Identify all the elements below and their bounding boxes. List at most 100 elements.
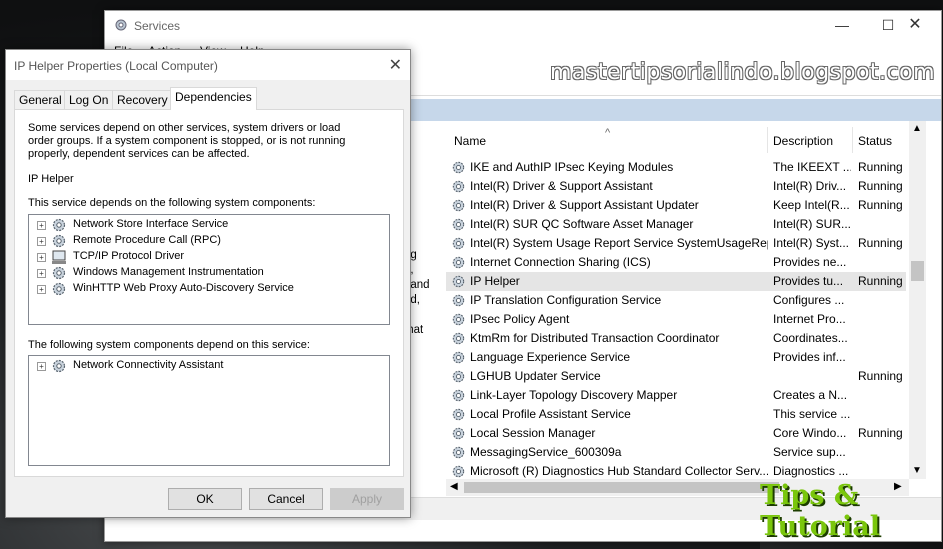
minimize-button[interactable]: — [819, 11, 865, 41]
service-status-cell: Running [858, 236, 903, 250]
table-row[interactable]: Local Session Manager Core Windo... Runnin… [446, 424, 906, 443]
dependents-tree[interactable]: + Network Connectivity Assistant [28, 355, 390, 466]
service-status-cell: Running [858, 369, 903, 383]
scroll-down-arrow-icon[interactable]: ▼ [912, 465, 922, 476]
table-row[interactable]: Link-Layer Topology Discovery Mapper Crea… [446, 386, 906, 405]
table-row[interactable]: IP Translation Configuration Service Conf… [446, 291, 906, 310]
dialog-close-icon[interactable]: ✕ [389, 55, 402, 75]
close-button[interactable]: ✕ [889, 11, 941, 41]
scroll-up-arrow-icon[interactable]: ▲ [912, 123, 922, 134]
table-row[interactable]: IPsec Policy Agent Internet Pro... [446, 310, 906, 329]
service-gear-icon [452, 351, 465, 364]
service-name-cell: Intel(R) Driver & Support Assistant [470, 179, 653, 193]
service-name-cell: IP Translation Configuration Service [470, 293, 662, 307]
service-description-cell: Coordinates... [773, 331, 848, 345]
service-gear-icon [452, 465, 465, 478]
table-row[interactable]: MessagingService_600309a Service sup... [446, 443, 906, 462]
vertical-scroll-thumb[interactable] [911, 261, 924, 281]
service-name-cell: Intel(R) System Usage Report Service Sys… [470, 236, 768, 250]
services-title-bar[interactable]: Services — ☐ ✕ [105, 11, 941, 41]
service-description-cell: Provides ne... [773, 255, 847, 269]
table-row[interactable]: IP Helper Provides tu... Running [446, 272, 906, 291]
service-status-cell: Running [858, 198, 903, 212]
tab-general[interactable]: General [14, 90, 67, 109]
table-row[interactable]: KtmRm for Distributed Transaction Coordi… [446, 329, 906, 348]
horizontal-scroll-thumb[interactable] [464, 482, 779, 493]
service-gear-icon [452, 408, 465, 421]
depends-on-tree[interactable]: + Network Store Interface Service + Remote … [28, 214, 390, 325]
service-status-cell: Running [858, 160, 903, 174]
service-name-cell: Internet Connection Sharing (ICS) [470, 255, 651, 269]
ok-button[interactable]: OK [168, 488, 242, 510]
service-status-cell: Running [858, 274, 903, 288]
service-status-cell: Running [858, 179, 903, 193]
service-name-cell: Microsoft (R) Diagnostics Hub Standard C… [470, 464, 768, 478]
table-row[interactable]: Intel(R) System Usage Report Service Sys… [446, 234, 906, 253]
service-description-cell: Intel(R) SUR... [773, 217, 851, 231]
table-row[interactable]: Intel(R) Driver & Support Assistant Intel… [446, 177, 906, 196]
tree-item-label: Remote Procedure Call (RPC) [73, 234, 221, 246]
column-status[interactable]: Status [858, 134, 892, 148]
column-description[interactable]: Description [773, 134, 833, 148]
table-row[interactable]: Intel(R) Driver & Support Assistant Upda… [446, 196, 906, 215]
dependencies-intro: Some services depend on other services, … [28, 122, 346, 160]
table-row[interactable]: Language Experience Service Provides inf.… [446, 348, 906, 367]
table-row[interactable]: Intel(R) SUR QC Software Asset Manager In… [446, 215, 906, 234]
tree-item[interactable]: + WinHTTP Web Proxy Auto-Discovery Servic… [29, 281, 379, 297]
expand-plus-icon[interactable]: + [37, 253, 46, 262]
service-name-cell: IKE and AuthIP IPsec Keying Modules [470, 160, 674, 174]
cancel-button[interactable]: Cancel [249, 488, 323, 510]
column-separator[interactable] [852, 127, 853, 153]
tree-item[interactable]: + Remote Procedure Call (RPC) [29, 233, 379, 249]
service-name-cell: Intel(R) SUR QC Software Asset Manager [470, 217, 694, 231]
depends-on-label: This service depends on the following sy… [28, 197, 316, 209]
service-description-cell: Creates a N... [773, 388, 848, 402]
table-row[interactable]: Local Profile Assistant Service This serv… [446, 405, 906, 424]
expand-plus-icon[interactable]: + [37, 362, 46, 371]
dependencies-panel: Some services depend on other services, … [14, 109, 404, 477]
tab-log-on[interactable]: Log On [64, 90, 114, 109]
gear-icon [52, 282, 66, 296]
service-name: IP Helper [28, 173, 74, 185]
service-gear-icon [452, 332, 465, 345]
service-name-cell: Local Session Manager [470, 426, 596, 440]
table-row[interactable]: LGHUB Updater Service Running [446, 367, 906, 386]
service-description-cell: Service sup... [773, 445, 846, 459]
gear-icon [52, 234, 66, 248]
table-row[interactable]: Internet Connection Sharing (ICS) Provide… [446, 253, 906, 272]
watermark: mastertipsorialindo.blogspot.com [550, 60, 936, 85]
vertical-scrollbar[interactable]: ▲ ▼ [909, 121, 926, 479]
expand-plus-icon[interactable]: + [37, 285, 46, 294]
tree-item-label: Network Connectivity Assistant [73, 359, 224, 371]
service-name-cell: LGHUB Updater Service [470, 369, 601, 383]
list-header: ^ Name Description Status [446, 127, 906, 153]
apply-button[interactable]: Apply [330, 488, 404, 510]
expand-plus-icon[interactable]: + [37, 237, 46, 246]
scroll-left-arrow-icon[interactable]: ◀ [450, 481, 458, 492]
tree-item[interactable]: + TCP/IP Protocol Driver [29, 249, 379, 265]
tree-item-label: WinHTTP Web Proxy Auto-Discovery Service [73, 282, 294, 294]
service-description-cell: Internet Pro... [773, 312, 846, 326]
tab-recovery[interactable]: Recovery [112, 90, 173, 109]
tree-item[interactable]: + Network Store Interface Service [29, 217, 379, 233]
expand-plus-icon[interactable]: + [37, 269, 46, 278]
expand-plus-icon[interactable]: + [37, 221, 46, 230]
tree-item[interactable]: + Network Connectivity Assistant [29, 358, 379, 374]
service-gear-icon [452, 180, 465, 193]
services-title: Services [134, 19, 181, 33]
dialog-title-bar[interactable]: IP Helper Properties (Local Computer) ✕ [6, 50, 410, 80]
column-name[interactable]: Name [454, 134, 486, 148]
service-gear-icon [452, 218, 465, 231]
tab-dependencies[interactable]: Dependencies [170, 87, 257, 110]
driver-icon [52, 250, 66, 264]
table-row[interactable]: IKE and AuthIP IPsec Keying Modules The I… [446, 158, 906, 177]
tree-item[interactable]: + Windows Management Instrumentation [29, 265, 379, 281]
service-description-cell: Keep Intel(R... [773, 198, 850, 212]
column-separator[interactable] [767, 127, 768, 153]
properties-dialog: IP Helper Properties (Local Computer) ✕ … [5, 49, 411, 518]
service-name-cell: IP Helper [470, 274, 520, 288]
service-description-cell: Provides tu... [773, 274, 844, 288]
gear-icon [52, 266, 66, 280]
dependents-label: The following system components depend o… [28, 339, 310, 351]
dialog-title: IP Helper Properties (Local Computer) [14, 59, 218, 73]
